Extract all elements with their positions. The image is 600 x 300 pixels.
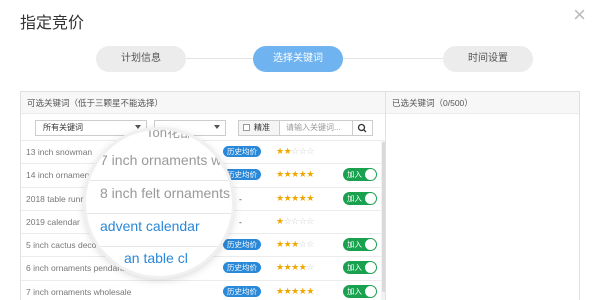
- exact-match-toggle[interactable]: 精准: [238, 120, 280, 136]
- star-icon: ☆: [306, 239, 314, 250]
- star-icon: ★: [291, 285, 299, 296]
- step-plan-info[interactable]: 计划信息: [96, 46, 186, 72]
- toggle-knob: [365, 239, 376, 251]
- available-keywords-header: 可选关键词（低于三颗星不能选择）: [21, 92, 385, 114]
- magnifier-fragment: Ton花部: [146, 130, 193, 140]
- no-price-dash: -: [239, 193, 242, 204]
- star-icon: ★: [276, 192, 284, 203]
- star-rating: ★☆☆☆☆: [276, 216, 314, 227]
- search-icon: [357, 123, 367, 133]
- checkbox-icon[interactable]: [243, 124, 250, 131]
- keyword-text: 6 inch ornaments pendant: [26, 263, 125, 274]
- star-icon: ★: [276, 169, 284, 180]
- magnifier-keyword: an table cl: [124, 250, 188, 266]
- keyword-text: 2019 calendar: [26, 216, 80, 227]
- magnifier-keyword: 8 inch felt ornaments: [100, 185, 230, 201]
- star-icon: ★: [291, 239, 299, 250]
- add-label: 加入: [347, 240, 362, 250]
- star-icon: ☆: [291, 146, 299, 156]
- star-icon: ★: [306, 192, 314, 203]
- star-icon: ☆: [306, 215, 314, 226]
- chevron-down-icon: [135, 125, 141, 129]
- star-icon: ☆: [291, 215, 299, 226]
- star-icon: ★: [291, 192, 299, 203]
- close-icon[interactable]: ×: [573, 4, 586, 26]
- toggle-knob: [365, 192, 376, 204]
- star-icon: ★: [276, 146, 284, 156]
- keyword-text: 2018 table runn: [26, 193, 86, 204]
- magnifier-divider: [86, 246, 232, 247]
- star-icon: ★: [306, 169, 314, 180]
- keyword-search-input[interactable]: 请输入关键词...: [280, 120, 353, 136]
- star-icon: ☆: [306, 262, 314, 273]
- star-icon: ★: [291, 169, 299, 180]
- add-keyword-toggle[interactable]: 加入: [343, 191, 377, 205]
- no-price-dash: -: [239, 216, 242, 227]
- dialog-title: 指定竞价: [20, 15, 85, 32]
- selected-keywords-header: 已选关键词（0/500）: [386, 92, 579, 114]
- magnifier-overlay: Ton花部 7 inch ornaments w 8 inch felt orna…: [86, 130, 232, 276]
- star-icon: ★: [276, 215, 284, 226]
- star-rating: ★★★★★: [276, 169, 314, 180]
- add-label: 加入: [347, 286, 362, 296]
- keyword-text: 7 inch ornaments wholesale: [26, 286, 132, 297]
- add-keyword-toggle[interactable]: 加入: [343, 284, 377, 298]
- star-icon: ★: [276, 262, 284, 273]
- keyword-type-value: 所有关键词: [43, 123, 83, 132]
- star-rating: ★★☆☆☆: [276, 146, 314, 157]
- toggle-knob: [365, 262, 376, 274]
- toggle-knob: [365, 285, 376, 297]
- add-keyword-toggle[interactable]: 加入: [343, 168, 377, 182]
- star-icon: ★: [276, 285, 284, 296]
- toggle-knob: [365, 169, 376, 181]
- add-label: 加入: [347, 170, 362, 180]
- star-rating: ★★★☆☆: [276, 239, 314, 250]
- magnifier-divider: [86, 180, 232, 181]
- keyword-type-select[interactable]: 所有关键词: [35, 120, 147, 136]
- star-rating: ★★★★★: [276, 193, 314, 204]
- history-price-badge[interactable]: 历史均价: [223, 239, 261, 251]
- star-rating: ★★★★☆: [276, 262, 314, 273]
- add-keyword-toggle[interactable]: 加入: [343, 261, 377, 275]
- add-label: 加入: [347, 263, 362, 273]
- star-icon: ★: [291, 262, 299, 273]
- chevron-down-icon: [214, 125, 220, 129]
- table-row: 7 inch ornaments wholesale 历史均价 ★★★★★ 加入: [21, 279, 381, 300]
- star-icon: ★: [306, 285, 314, 296]
- star-rating: ★★★★★: [276, 286, 314, 297]
- add-keyword-toggle[interactable]: 加入: [343, 238, 377, 252]
- magnifier-divider: [86, 213, 232, 214]
- exact-match-label: 精准: [254, 123, 270, 132]
- history-price-badge[interactable]: 历史均价: [223, 169, 261, 181]
- step-time-settings[interactable]: 时间设置: [443, 46, 533, 72]
- selected-keywords-panel: 已选关键词（0/500）: [386, 91, 580, 300]
- star-icon: ☆: [306, 146, 314, 156]
- step-select-keywords[interactable]: 选择关键词: [253, 46, 343, 72]
- magnifier-keyword: 7 inch ornaments w: [100, 152, 222, 168]
- star-icon: ★: [276, 239, 284, 250]
- keyword-text: 14 inch ornament: [26, 170, 92, 181]
- history-price-badge[interactable]: 历史均价: [223, 285, 261, 297]
- magnifier-keyword: advent calendar: [100, 218, 200, 234]
- search-button[interactable]: [353, 120, 373, 136]
- add-label: 加入: [347, 193, 362, 203]
- keyword-text: 13 inch snowman: [26, 147, 93, 157]
